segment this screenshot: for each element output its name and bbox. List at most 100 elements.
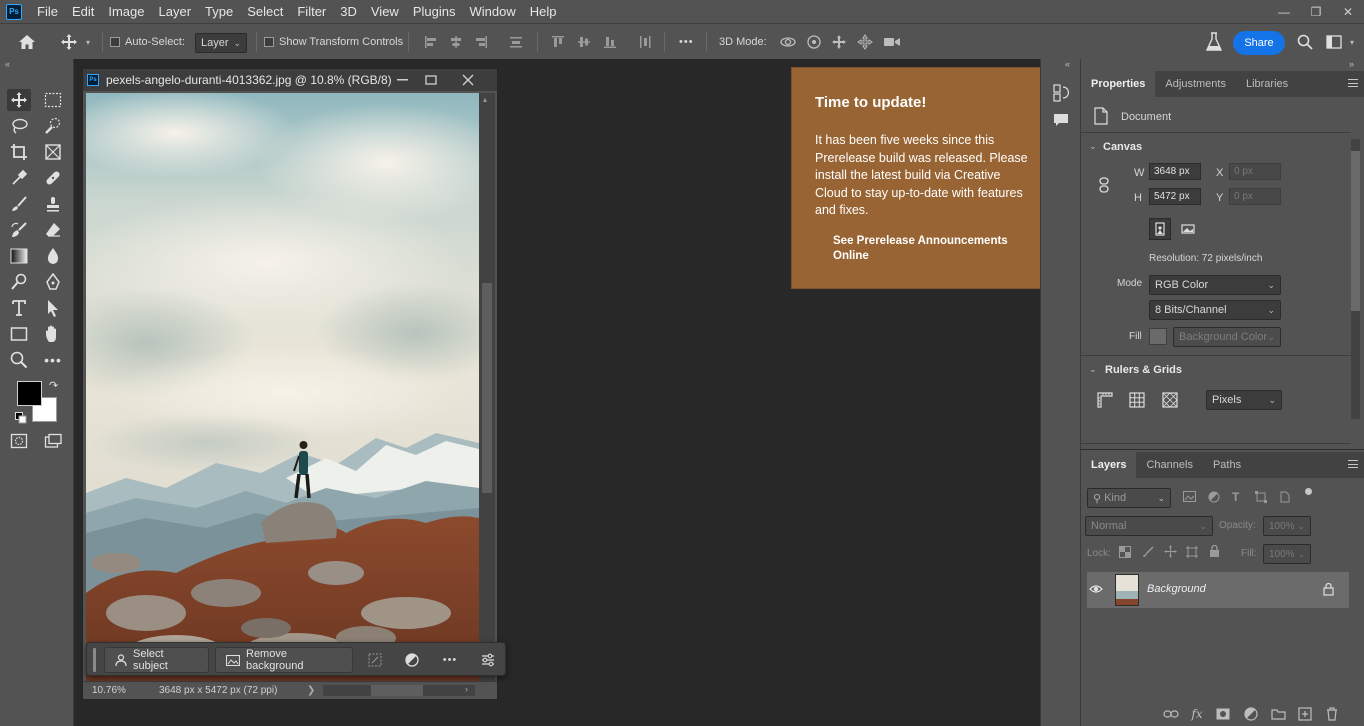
remove-background-button[interactable]: Remove background — [215, 647, 353, 673]
menu-plugins[interactable]: Plugins — [406, 0, 463, 23]
search-icon[interactable] — [1297, 34, 1313, 50]
layers-menu-icon[interactable] — [1348, 460, 1358, 468]
screen-mode-icon[interactable] — [41, 430, 65, 452]
menu-filter[interactable]: Filter — [290, 0, 333, 23]
comments-icon[interactable] — [1053, 113, 1069, 127]
eraser-tool-icon[interactable] — [41, 219, 65, 241]
clone-stamp-tool-icon[interactable] — [41, 193, 65, 215]
hand-tool-icon[interactable] — [41, 323, 65, 345]
scrollbar-thumb[interactable] — [482, 283, 492, 493]
align-bottom-icon[interactable] — [603, 35, 617, 49]
menu-window[interactable]: Window — [462, 0, 522, 23]
tab-adjustments[interactable]: Adjustments — [1155, 71, 1236, 97]
properties-scrollbar[interactable] — [1351, 139, 1360, 419]
type-tool-icon[interactable] — [7, 297, 31, 319]
roll-3d-icon[interactable] — [806, 34, 822, 50]
history-brush-tool-icon[interactable] — [7, 219, 31, 241]
menu-select[interactable]: Select — [240, 0, 290, 23]
canvas-collapse-icon[interactable]: ⌄ — [1089, 141, 1097, 152]
dodge-tool-icon[interactable] — [7, 271, 31, 293]
link-dimensions-icon[interactable] — [1099, 177, 1109, 193]
layer-row[interactable]: Background — [1087, 572, 1349, 608]
filter-smart-object-icon[interactable] — [1279, 491, 1291, 503]
align-right-icon[interactable] — [474, 35, 488, 49]
marquee-tool-icon[interactable] — [41, 89, 65, 111]
bit-depth-dropdown[interactable]: 8 Bits/Channel ⌄ — [1149, 300, 1281, 320]
auto-select-target-dropdown[interactable]: Layer ⌄ — [195, 33, 247, 53]
fill-dropdown[interactable]: Background Color ⌄ — [1173, 327, 1281, 347]
y-field[interactable]: 0 px — [1229, 188, 1281, 205]
menu-image[interactable]: Image — [101, 0, 151, 23]
tab-libraries[interactable]: Libraries — [1236, 71, 1298, 97]
tab-paths[interactable]: Paths — [1203, 452, 1251, 478]
menu-type[interactable]: Type — [198, 0, 240, 23]
eyedropper-tool-icon[interactable] — [7, 167, 31, 189]
slide-3d-icon[interactable] — [857, 34, 873, 50]
blend-mode-dropdown[interactable]: Normal ⌄ — [1085, 516, 1213, 536]
menu-help[interactable]: Help — [523, 0, 564, 23]
new-group-icon[interactable] — [1270, 706, 1286, 722]
settings-sliders-icon[interactable] — [479, 651, 497, 669]
lock-position-icon[interactable] — [1164, 545, 1177, 558]
edit-toolbar-icon[interactable]: ••• — [41, 349, 65, 371]
document-restore-button[interactable] — [423, 72, 439, 88]
fill-swatch[interactable] — [1149, 328, 1167, 345]
move-tool-preset-icon[interactable] — [60, 33, 78, 51]
width-field[interactable]: 3648 px — [1149, 163, 1201, 180]
frame-tool-icon[interactable] — [41, 141, 65, 163]
filter-pixel-icon[interactable] — [1183, 491, 1196, 502]
quick-selection-tool-icon[interactable] — [41, 115, 65, 137]
brush-tool-icon[interactable] — [7, 193, 31, 215]
align-middle-icon[interactable] — [577, 35, 591, 49]
lasso-tool-icon[interactable] — [7, 115, 31, 137]
pen-tool-icon[interactable] — [41, 271, 65, 293]
swap-colors-icon[interactable]: ↷ — [49, 379, 58, 392]
collapse-strip-icon[interactable]: « — [1065, 59, 1070, 69]
share-button[interactable]: Share — [1233, 31, 1285, 55]
filter-shape-icon[interactable] — [1255, 491, 1267, 503]
more-actions-button[interactable]: ••• — [441, 651, 459, 669]
foreground-color-swatch[interactable] — [17, 381, 42, 406]
link-layers-icon[interactable] — [1163, 706, 1179, 722]
quick-mask-icon[interactable] — [7, 430, 31, 452]
prerelease-announcements-link[interactable]: See Prerelease Announcements Online — [833, 234, 1023, 264]
ruler-icon[interactable] — [1097, 392, 1113, 408]
rulers-collapse-icon[interactable]: ⌄ — [1089, 364, 1097, 375]
menu-layer[interactable]: Layer — [152, 0, 199, 23]
path-selection-tool-icon[interactable] — [41, 297, 65, 319]
color-mode-dropdown[interactable]: RGB Color ⌄ — [1149, 275, 1281, 295]
filter-adjustment-icon[interactable] — [1208, 491, 1220, 503]
layer-filter-kind-dropdown[interactable]: ⚲ Kind ⌄ — [1087, 488, 1171, 508]
flask-icon[interactable] — [1206, 32, 1222, 52]
new-layer-icon[interactable] — [1297, 706, 1313, 722]
height-field[interactable]: 5472 px — [1149, 188, 1201, 205]
tab-layers[interactable]: Layers — [1081, 452, 1137, 478]
drag-handle[interactable] — [93, 648, 96, 672]
menu-edit[interactable]: Edit — [65, 0, 101, 23]
crop-tool-icon[interactable] — [7, 141, 31, 163]
zoom-tool-icon[interactable] — [7, 349, 31, 371]
tab-channels[interactable]: Channels — [1136, 452, 1202, 478]
collapse-tools-icon[interactable]: « — [5, 59, 10, 69]
eye-icon[interactable] — [1089, 584, 1103, 594]
restore-button[interactable]: ❐ — [1300, 0, 1332, 23]
grid-icon[interactable] — [1129, 392, 1145, 408]
move-tool-icon[interactable] — [7, 89, 31, 111]
properties-menu-icon[interactable] — [1348, 79, 1358, 87]
gradient-tool-icon[interactable] — [7, 245, 31, 267]
lock-all-icon[interactable] — [1209, 545, 1220, 558]
lock-pixels-icon[interactable] — [1142, 546, 1154, 558]
filter-toggle-icon[interactable] — [1305, 488, 1312, 495]
rectangle-tool-icon[interactable] — [7, 323, 31, 345]
align-center-icon[interactable] — [449, 35, 463, 49]
document-minimize-button[interactable] — [395, 72, 411, 88]
workspace-icon[interactable] — [1326, 35, 1342, 49]
chevron-down-icon[interactable]: ▾ — [86, 38, 90, 47]
landscape-orientation-button[interactable] — [1177, 218, 1199, 240]
rulers-grids-heading[interactable]: Rulers & Grids — [1105, 364, 1182, 376]
pan-3d-icon[interactable] — [831, 34, 847, 50]
document-horizontal-scrollbar[interactable]: › — [323, 684, 475, 696]
menu-3d[interactable]: 3D — [333, 0, 364, 23]
units-dropdown[interactable]: Pixels ⌄ — [1206, 390, 1282, 410]
adjustment-icon[interactable] — [403, 651, 421, 669]
